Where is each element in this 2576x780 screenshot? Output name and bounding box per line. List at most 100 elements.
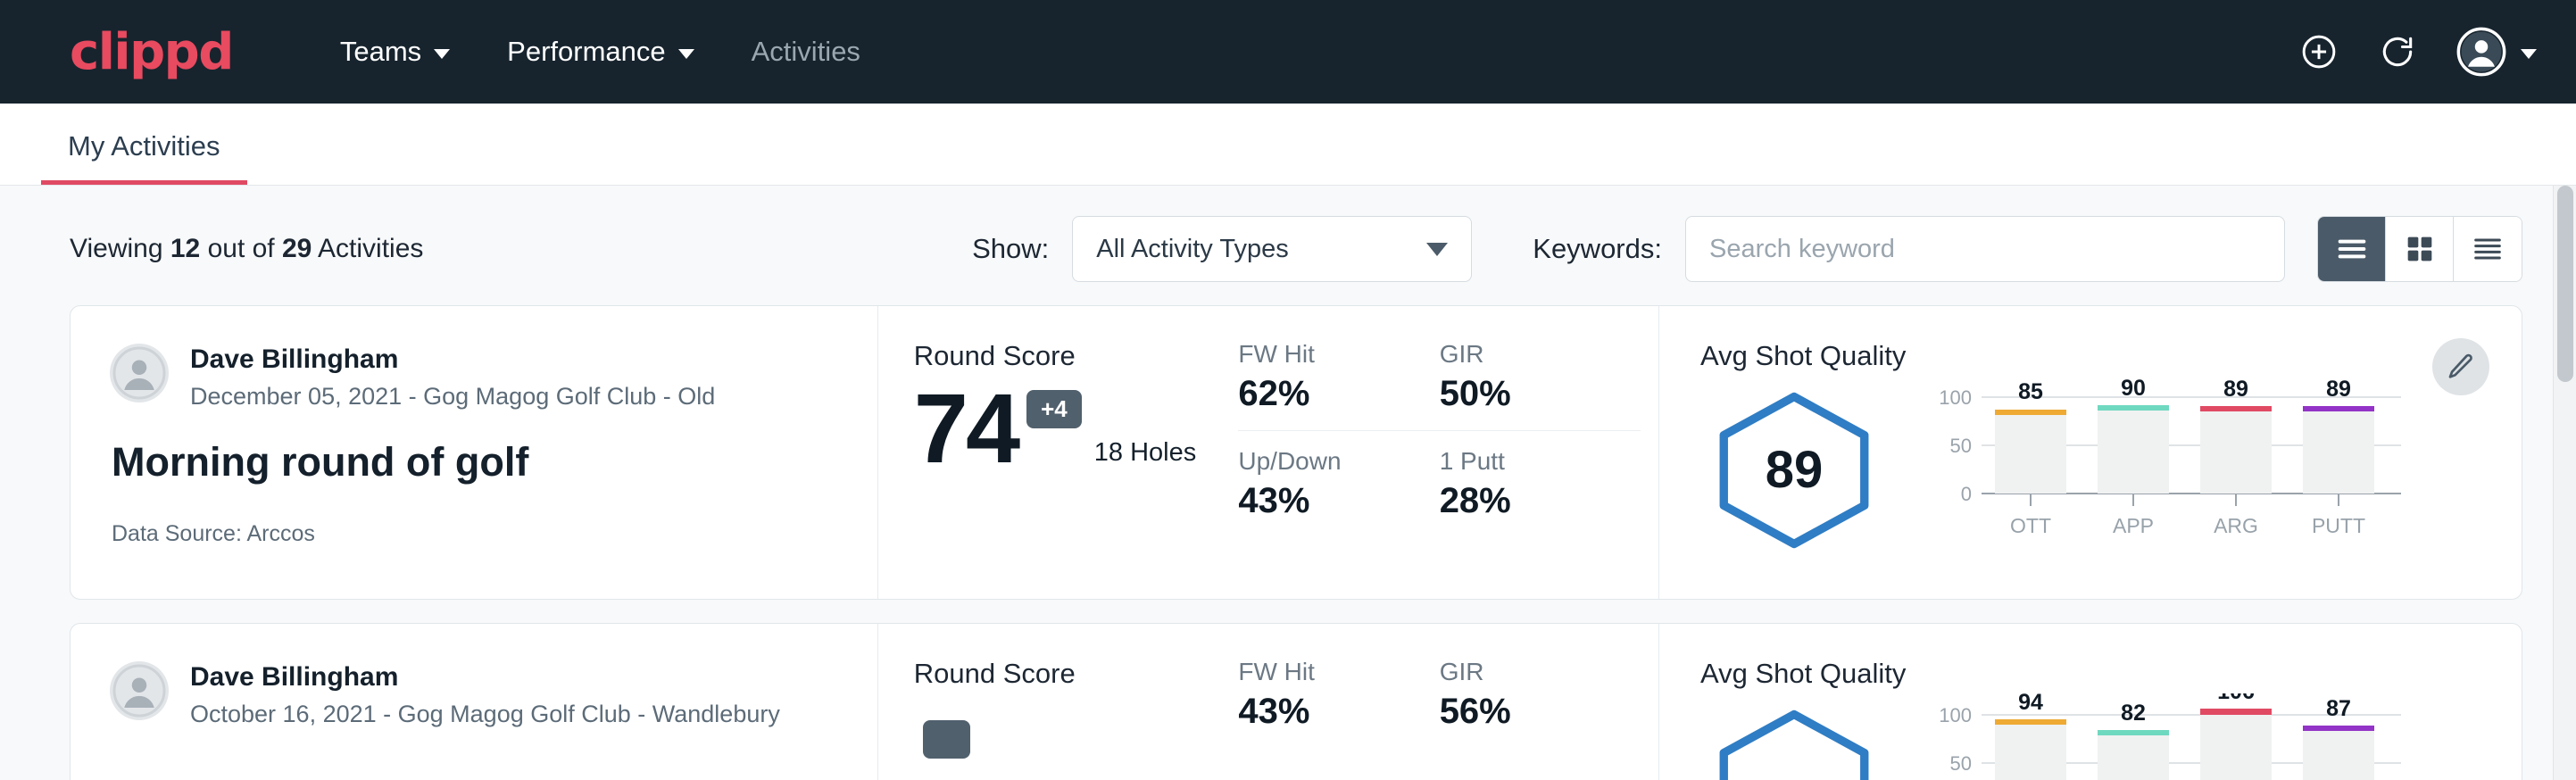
- user-name: Dave Billingham: [190, 661, 780, 693]
- round-score-section: Round Score 74 +4 18 Holes: [878, 306, 1239, 599]
- stat-value: 50%: [1440, 374, 1614, 414]
- activity-title: Morning round of golf: [112, 439, 842, 485]
- data-source: Data Source: Arccos: [112, 521, 842, 547]
- vertical-scrollbar[interactable]: [2553, 186, 2576, 780]
- svg-text:ARG: ARG: [2214, 514, 2258, 537]
- holes-label: 18 Holes: [1094, 438, 1196, 477]
- svg-text:85: 85: [2018, 379, 2043, 404]
- svg-text:106: 106: [2217, 693, 2255, 704]
- nav-actions: [2299, 27, 2537, 77]
- stat-value: 43%: [1238, 481, 1412, 521]
- avg-shot-quality-label: Avg Shot Quality: [1700, 340, 2414, 372]
- compact-view-icon[interactable]: [2454, 217, 2522, 281]
- stat-label: 1 Putt: [1440, 447, 1614, 476]
- user-row: Dave Billingham December 05, 2021 - Gog …: [110, 344, 842, 411]
- scrollbar-thumb[interactable]: [2557, 186, 2573, 382]
- quality-row: 100 50 0 94 OTT 82 APP: [1700, 693, 2414, 780]
- person-icon: [112, 346, 166, 400]
- stat-up-down: Up/Down 43%: [1238, 431, 1439, 521]
- stat-gir: GIR 56%: [1440, 658, 1641, 732]
- svg-text:0: 0: [1961, 483, 1972, 505]
- avatar: [110, 344, 169, 402]
- list-view-icon[interactable]: [2318, 217, 2386, 281]
- stat-value: 62%: [1238, 374, 1412, 414]
- svg-text:89: 89: [2223, 377, 2248, 402]
- stat-value: 28%: [1440, 481, 1614, 521]
- quality-hexagon: [1700, 702, 1888, 780]
- app-logo[interactable]: clippd: [70, 23, 233, 81]
- score-diff-badge: [923, 720, 971, 759]
- quality-score-value: 89: [1766, 440, 1824, 500]
- main-nav-items: Teams Performance Activities: [312, 36, 889, 68]
- viewing-mid: out of: [200, 234, 282, 263]
- activity-meta: December 05, 2021 - Gog Magog Golf Club …: [190, 383, 715, 411]
- refresh-icon[interactable]: [2378, 32, 2417, 71]
- show-label: Show:: [972, 233, 1049, 265]
- quality-row: 89 100 50 0: [1700, 376, 2414, 559]
- viewing-count: 12: [170, 234, 200, 263]
- stat-one-putt: 1 Putt 28%: [1440, 431, 1641, 521]
- shot-quality-bar-chart: 100 50 0 85 OTT 90: [1915, 376, 2414, 559]
- tab-bar: My Activities: [0, 104, 2576, 186]
- search-input[interactable]: [1685, 216, 2285, 282]
- edit-activity-button[interactable]: [2432, 338, 2489, 395]
- filter-bar: Viewing 12 out of 29 Activities Show: Al…: [0, 186, 2576, 305]
- svg-text:PUTT: PUTT: [2312, 514, 2365, 537]
- stat-gir: GIR 50%: [1440, 340, 1641, 431]
- viewing-suffix: Activities: [312, 234, 423, 263]
- activity-type-select[interactable]: All Activity Types: [1072, 216, 1472, 282]
- stat-label: GIR: [1440, 658, 1614, 686]
- svg-text:89: 89: [2326, 377, 2351, 402]
- viewing-prefix: Viewing: [70, 234, 170, 263]
- stat-fw-hit: FW Hit 62%: [1238, 340, 1439, 431]
- round-score-value-group: 74 +4 18 Holes: [914, 383, 1221, 477]
- view-mode-toggle: [2317, 216, 2522, 282]
- nav-item-performance-label: Performance: [507, 36, 665, 68]
- chevron-down-icon: [2521, 49, 2537, 59]
- svg-text:100: 100: [1939, 704, 1972, 726]
- activity-meta: October 16, 2021 - Gog Magog Golf Club -…: [190, 701, 780, 728]
- round-score-section: Round Score: [878, 624, 1239, 780]
- round-score-label: Round Score: [914, 658, 1221, 690]
- stats-grid: FW Hit 43% GIR 56%: [1238, 624, 1659, 780]
- svg-text:APP: APP: [2113, 514, 2154, 537]
- stat-label: FW Hit: [1238, 658, 1412, 686]
- svg-text:94: 94: [2018, 693, 2043, 715]
- add-icon[interactable]: [2299, 32, 2339, 71]
- score-diff-badge: +4: [1026, 390, 1082, 428]
- nav-item-teams[interactable]: Teams: [312, 36, 478, 68]
- avg-shot-quality-label: Avg Shot Quality: [1700, 658, 2414, 690]
- hexagon-icon: [1709, 708, 1879, 780]
- avg-shot-quality-section: Avg Shot Quality 100: [1659, 624, 2522, 780]
- nav-item-performance[interactable]: Performance: [478, 36, 722, 68]
- chevron-down-icon: [1426, 243, 1448, 256]
- main-content: Viewing 12 out of 29 Activities Show: Al…: [0, 186, 2576, 780]
- person-icon: [112, 664, 166, 718]
- filter-controls: Show: All Activity Types Keywords:: [972, 216, 2522, 282]
- shot-quality-bar-chart: 100 50 0 94 OTT 82 APP: [1915, 693, 2414, 780]
- svg-text:OTT: OTT: [2010, 514, 2051, 537]
- stat-label: Up/Down: [1238, 447, 1412, 476]
- activity-card[interactable]: Dave Billingham December 05, 2021 - Gog …: [70, 305, 2522, 600]
- account-menu[interactable]: [2456, 27, 2537, 77]
- pencil-icon: [2446, 352, 2476, 382]
- svg-text:50: 50: [1950, 752, 1972, 775]
- stat-fw-hit: FW Hit 43%: [1238, 658, 1439, 732]
- svg-text:90: 90: [2121, 376, 2146, 401]
- user-name: Dave Billingham: [190, 344, 715, 376]
- nav-item-activities-label: Activities: [752, 36, 860, 68]
- round-score-value: 74: [914, 383, 1018, 477]
- nav-item-activities[interactable]: Activities: [723, 36, 889, 68]
- grid-view-icon[interactable]: [2386, 217, 2454, 281]
- activity-card[interactable]: Dave Billingham October 16, 2021 - Gog M…: [70, 623, 2522, 780]
- tab-my-activities[interactable]: My Activities: [41, 130, 247, 185]
- svg-text:82: 82: [2121, 701, 2146, 726]
- round-score-value-group: [914, 701, 1221, 759]
- stat-label: GIR: [1440, 340, 1614, 369]
- activity-info: Dave Billingham December 05, 2021 - Gog …: [71, 306, 878, 599]
- activity-info: Dave Billingham October 16, 2021 - Gog M…: [71, 624, 878, 780]
- chevron-down-icon: [678, 49, 694, 59]
- avg-shot-quality-section: Avg Shot Quality 89: [1659, 306, 2522, 599]
- tab-my-activities-label: My Activities: [68, 130, 220, 162]
- quality-hexagon: 89: [1700, 385, 1888, 551]
